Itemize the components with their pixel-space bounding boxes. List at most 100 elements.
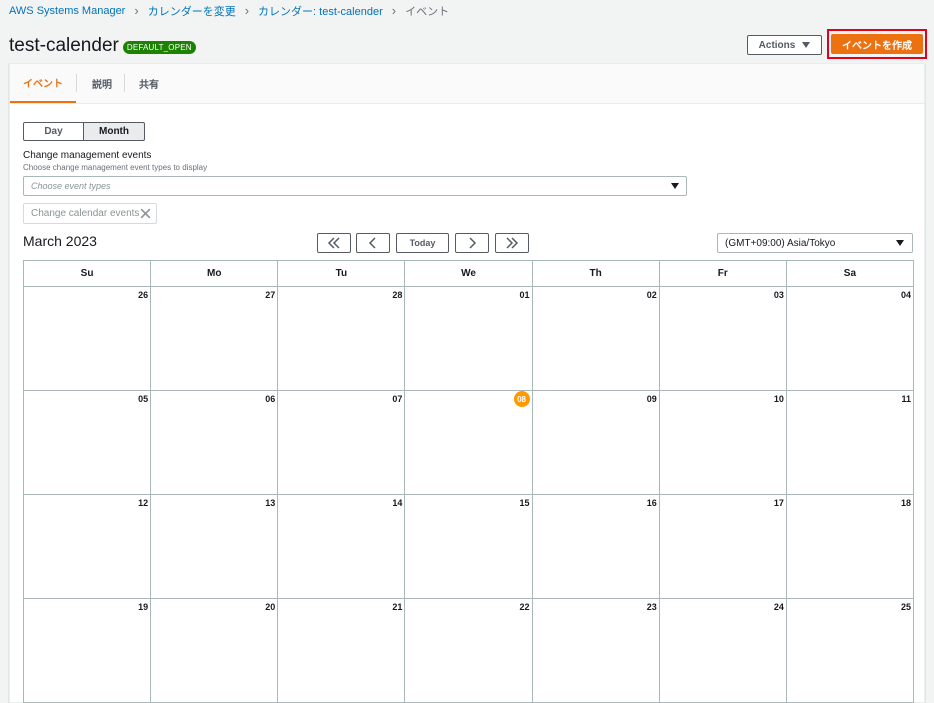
caret-down-icon bbox=[802, 42, 811, 48]
weekday-label: We bbox=[405, 261, 533, 287]
calendar-day[interactable]: 02 bbox=[532, 287, 660, 391]
breadcrumb-systems-manager[interactable]: AWS Systems Manager bbox=[9, 5, 125, 17]
main-panel: イベント 説明 共有 Day Month Change management e… bbox=[9, 63, 925, 703]
day-number: 09 bbox=[646, 394, 657, 404]
breadcrumb-change-calendar[interactable]: カレンダーを変更 bbox=[148, 3, 236, 19]
tab-divider bbox=[124, 74, 125, 92]
view-toggle: Day Month bbox=[23, 122, 145, 141]
calendar-day[interactable]: 16 bbox=[532, 495, 660, 599]
day-number: 27 bbox=[265, 290, 276, 300]
create-event-button[interactable]: イベントを作成 bbox=[831, 34, 923, 54]
calendar-day[interactable]: 15 bbox=[405, 495, 533, 599]
day-number: 04 bbox=[900, 290, 911, 300]
tab-divider bbox=[76, 74, 77, 92]
day-number: 11 bbox=[901, 394, 911, 404]
month-view-button[interactable]: Month bbox=[84, 122, 145, 141]
today-button[interactable]: Today bbox=[396, 233, 449, 253]
calendar-day[interactable]: 27 bbox=[151, 287, 279, 391]
event-type-select[interactable]: Choose event types bbox=[23, 176, 687, 196]
day-number: 26 bbox=[138, 290, 149, 300]
calendar-day[interactable]: 12 bbox=[24, 495, 152, 599]
status-badge: DEFAULT_OPEN bbox=[122, 41, 196, 54]
calendar-day[interactable]: 11 bbox=[786, 391, 914, 495]
day-number: 14 bbox=[392, 498, 403, 508]
calendar-day[interactable]: 03 bbox=[659, 287, 787, 391]
calendar-day[interactable]: 07 bbox=[278, 391, 406, 495]
day-number: 21 bbox=[392, 602, 403, 612]
calendar-day[interactable]: 08 bbox=[405, 391, 533, 495]
calendar-day[interactable]: 06 bbox=[151, 391, 279, 495]
next-year-button[interactable] bbox=[495, 233, 529, 253]
calendar-day[interactable]: 14 bbox=[278, 495, 406, 599]
day-number: 05 bbox=[138, 394, 149, 404]
weekday-label: Su bbox=[24, 261, 152, 287]
calendar-day[interactable]: 17 bbox=[659, 495, 787, 599]
calendar-day[interactable]: 24 bbox=[659, 599, 787, 703]
caret-down-icon bbox=[671, 183, 679, 189]
calendar-day[interactable]: 13 bbox=[151, 495, 279, 599]
double-chevron-right-icon bbox=[506, 237, 519, 249]
day-number: 12 bbox=[138, 498, 149, 508]
create-event-highlight: イベントを作成 bbox=[827, 29, 927, 59]
calendar-day[interactable]: 21 bbox=[278, 599, 406, 703]
day-number: 19 bbox=[138, 602, 149, 612]
timezone-select[interactable]: (GMT+09:00) Asia/Tokyo bbox=[717, 233, 913, 253]
calendar-day[interactable]: 18 bbox=[786, 495, 914, 599]
breadcrumb-calendar[interactable]: カレンダー: test-calender bbox=[258, 3, 383, 19]
calendar-week: 05 06 07 08 09 10 11 bbox=[24, 391, 914, 495]
tab-sharing[interactable]: 共有 bbox=[139, 64, 159, 103]
day-number: 18 bbox=[900, 498, 911, 508]
day-number: 13 bbox=[265, 498, 276, 508]
actions-button[interactable]: Actions bbox=[747, 35, 822, 55]
next-month-button[interactable] bbox=[455, 233, 489, 253]
day-number: 02 bbox=[646, 290, 657, 300]
breadcrumb: AWS Systems Manager › カレンダーを変更 › カレンダー: … bbox=[9, 3, 450, 19]
weekday-label: Mo bbox=[151, 261, 279, 287]
close-icon[interactable] bbox=[139, 207, 152, 220]
chevron-right-icon: › bbox=[391, 3, 397, 18]
calendar-day[interactable]: 23 bbox=[532, 599, 660, 703]
calendar-week: 12 13 14 15 16 17 18 bbox=[24, 495, 914, 599]
event-type-placeholder: Choose event types bbox=[31, 181, 111, 191]
calendar-day[interactable]: 04 bbox=[786, 287, 914, 391]
calendar-day[interactable]: 25 bbox=[786, 599, 914, 703]
double-chevron-left-icon bbox=[327, 237, 340, 249]
day-number: 28 bbox=[392, 290, 403, 300]
breadcrumb-current: イベント bbox=[405, 6, 450, 18]
day-number: 03 bbox=[773, 290, 784, 300]
weekday-label: Fr bbox=[659, 261, 787, 287]
calendar-week: 19 20 21 22 23 24 25 bbox=[24, 599, 914, 703]
calendar-day[interactable]: 05 bbox=[24, 391, 152, 495]
calendar-day[interactable]: 09 bbox=[532, 391, 660, 495]
filter-label: Change management events bbox=[23, 150, 152, 161]
tab-events[interactable]: イベント bbox=[10, 64, 76, 103]
prev-month-button[interactable] bbox=[356, 233, 390, 253]
day-number: 22 bbox=[519, 602, 530, 612]
tab-description[interactable]: 説明 bbox=[92, 64, 112, 103]
day-number: 10 bbox=[773, 394, 784, 404]
calendar-day[interactable]: 19 bbox=[24, 599, 152, 703]
page-title: test-calender bbox=[9, 35, 119, 56]
calendar-weeks: 26 27 28 01 02 03 04 05 06 07 08 09 10 11 12 13 14 15 16 17… bbox=[24, 287, 914, 703]
weekday-label: Sa bbox=[786, 261, 914, 287]
prev-year-button[interactable] bbox=[317, 233, 351, 253]
page-header: test-calender DEFAULT_OPEN bbox=[9, 35, 196, 57]
calendar-day[interactable]: 10 bbox=[659, 391, 787, 495]
calendar-day[interactable]: 22 bbox=[405, 599, 533, 703]
day-number: 01 bbox=[519, 290, 530, 300]
month-calendar: Su Mo Tu We Th Fr Sa 26 27 28 01 02 03 04 05 06 0… bbox=[23, 260, 914, 703]
day-view-button[interactable]: Day bbox=[23, 122, 84, 141]
today-date-badge: 08 bbox=[513, 391, 530, 407]
day-number: 16 bbox=[646, 498, 657, 508]
day-number: 06 bbox=[265, 394, 276, 404]
weekday-header: Su Mo Tu We Th Fr Sa bbox=[24, 261, 914, 287]
calendar-day[interactable]: 28 bbox=[278, 287, 406, 391]
calendar-day[interactable]: 20 bbox=[151, 599, 279, 703]
calendar-day[interactable]: 26 bbox=[24, 287, 152, 391]
weekday-label: Th bbox=[532, 261, 660, 287]
calendar-day[interactable]: 01 bbox=[405, 287, 533, 391]
weekday-label: Tu bbox=[278, 261, 406, 287]
timezone-value: (GMT+09:00) Asia/Tokyo bbox=[725, 237, 836, 249]
actions-button-label: Actions bbox=[758, 39, 796, 51]
chevron-left-icon bbox=[368, 237, 376, 249]
